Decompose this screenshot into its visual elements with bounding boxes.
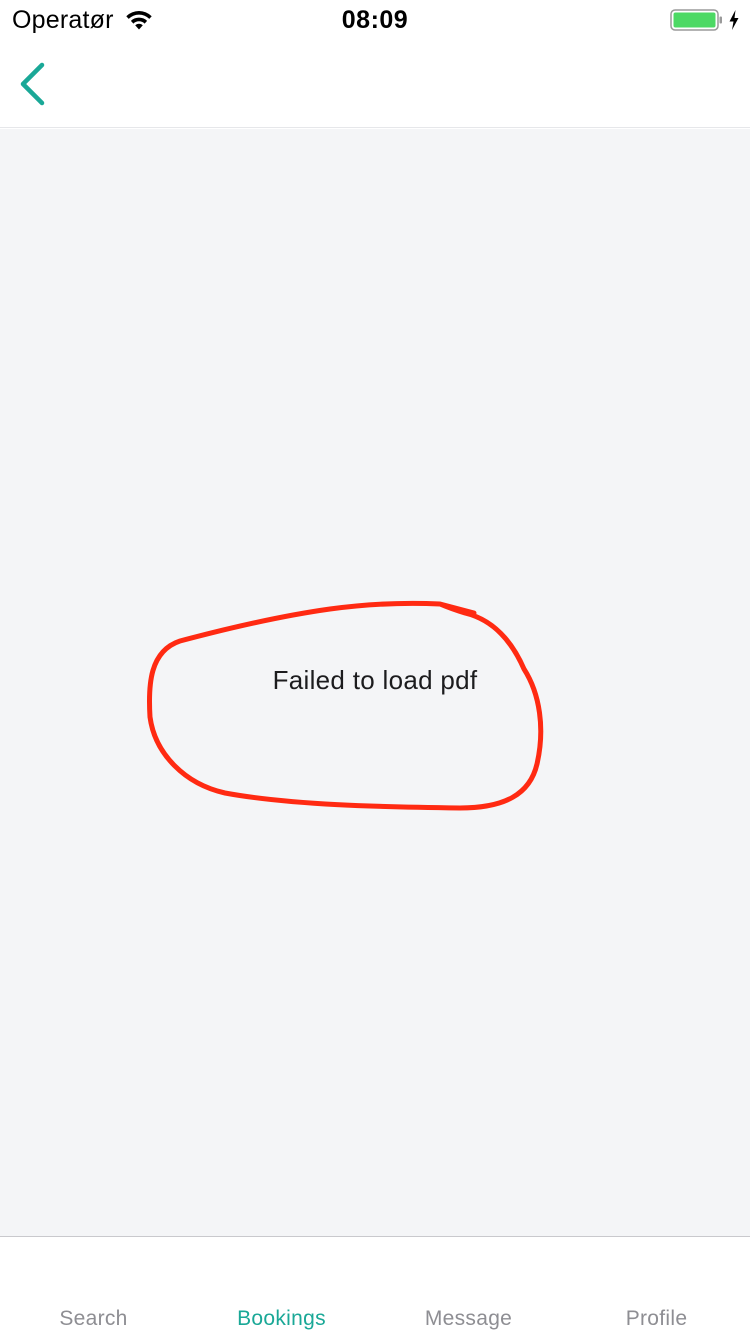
tab-bookings[interactable]: Bookings (188, 1237, 375, 1334)
error-message: Failed to load pdf (272, 665, 478, 695)
battery-icon (670, 9, 722, 31)
tab-bookings-label: Bookings (237, 1307, 326, 1330)
screen: Operatør 08:09 Failed to load pdf Search… (0, 0, 750, 1334)
tab-bar: Search Bookings Message Profile (0, 1236, 750, 1334)
tab-message-label: Message (424, 1307, 513, 1330)
tab-search-label: Search (59, 1307, 128, 1330)
status-time: 08:09 (341, 6, 409, 34)
tab-profile[interactable]: Profile (563, 1237, 750, 1334)
tab-search[interactable]: Search (0, 1237, 187, 1334)
back-button[interactable] (8, 54, 68, 114)
status-bar: Operatør 08:09 (0, 0, 750, 40)
navigation-bar (0, 40, 750, 128)
pdf-viewer-area: Failed to load pdf (0, 129, 750, 1236)
tab-message[interactable]: Message (375, 1237, 562, 1334)
chevron-left-icon (20, 62, 45, 106)
tab-profile-label: Profile (625, 1307, 688, 1330)
charging-bolt-icon (729, 10, 739, 30)
